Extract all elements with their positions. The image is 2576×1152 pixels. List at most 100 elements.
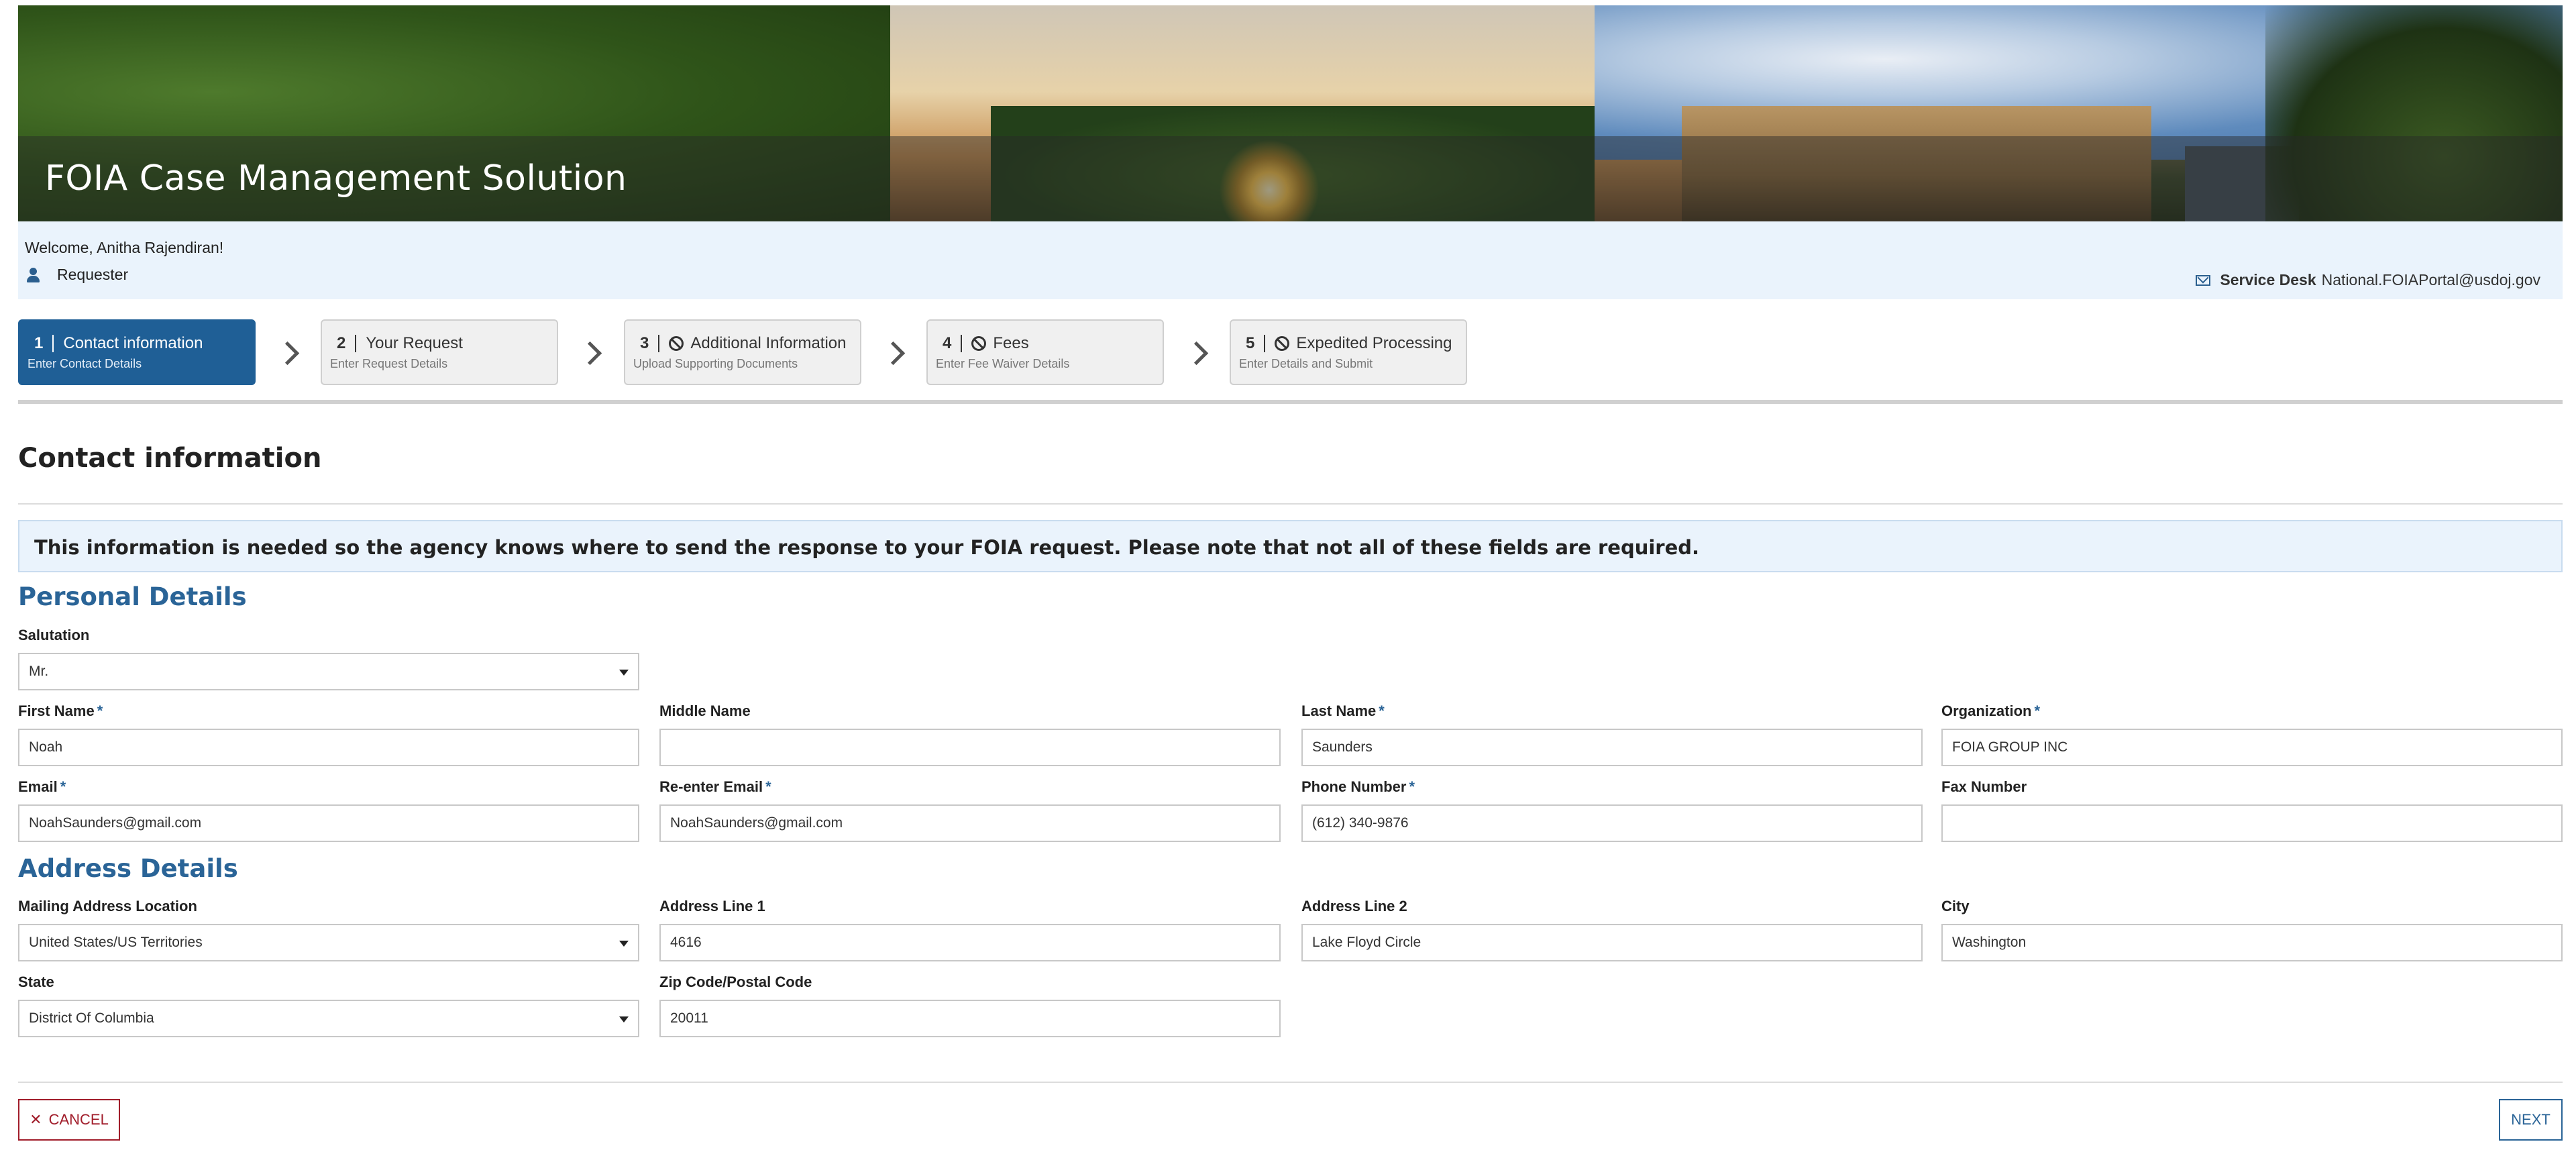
required-marker: * — [1379, 702, 1385, 719]
header-banner: FOIA Case Management Solution — [18, 5, 2563, 221]
user-role: Requester — [25, 266, 128, 284]
mailing-address-location-select[interactable]: United States/US Territories — [18, 924, 639, 961]
phone-number-field[interactable]: (612) 340-9876 — [1301, 804, 1923, 842]
divider — [18, 1082, 2563, 1083]
city-value: Washington — [1952, 935, 2027, 950]
chevron-right-icon — [883, 339, 904, 366]
address-line-2-value: Lake Floyd Circle — [1312, 935, 1421, 950]
step-number: 4 — [943, 335, 963, 352]
step-contact-information[interactable]: 1 Contact information Enter Contact Deta… — [18, 319, 256, 385]
address-line-1-value: 4616 — [670, 935, 702, 950]
first-name-label: First Name * — [18, 702, 103, 720]
page-title: Contact information — [18, 443, 322, 474]
last-name-value: Saunders — [1312, 739, 1373, 755]
step-number: 5 — [1246, 335, 1266, 352]
personal-details-heading: Personal Details — [18, 582, 247, 611]
organization-value: FOIA GROUP INC — [1952, 739, 2068, 755]
middle-name-field[interactable] — [659, 729, 1281, 766]
middle-name-label: Middle Name — [659, 702, 751, 719]
service-desk-email[interactable]: National.FOIAPortal@usdoj.gov — [2322, 271, 2540, 289]
fax-number-field[interactable] — [1941, 804, 2563, 842]
info-notice: This information is needed so the agency… — [18, 520, 2563, 572]
cancel-button-label: CANCEL — [48, 1111, 109, 1128]
required-marker: * — [1409, 778, 1415, 795]
step-title: Contact information — [63, 334, 203, 352]
organization-label-text: Organization — [1941, 702, 2032, 719]
blocked-icon — [1275, 336, 1290, 351]
address-line-1-label: Address Line 1 — [659, 898, 765, 914]
next-button[interactable]: NEXT — [2499, 1099, 2563, 1141]
divider — [18, 503, 2563, 505]
step-number: 1 — [34, 335, 54, 352]
close-icon: ✕ — [30, 1111, 42, 1128]
app-title: FOIA Case Management Solution — [45, 158, 627, 199]
fax-number-label: Fax Number — [1941, 778, 2027, 795]
chevron-right-icon — [278, 339, 298, 366]
step-title: Additional Information — [690, 334, 847, 352]
step-title: Your Request — [366, 334, 463, 352]
required-marker: * — [2034, 702, 2041, 719]
mailing-address-location-value: United States/US Territories — [29, 935, 203, 950]
salutation-label: Salutation — [18, 627, 90, 643]
cancel-button[interactable]: ✕ CANCEL — [18, 1099, 120, 1141]
address-line-1-field[interactable]: 4616 — [659, 924, 1281, 961]
salutation-value: Mr. — [29, 664, 49, 679]
step-expedited-processing[interactable]: 5 Expedited Processing Enter Details and… — [1230, 319, 1467, 385]
zip-code-field[interactable]: 20011 — [659, 1000, 1281, 1037]
phone-number-label-text: Phone Number — [1301, 778, 1407, 795]
state-value: District Of Columbia — [29, 1010, 154, 1026]
step-title: Fees — [993, 334, 1029, 352]
email-field[interactable]: NoahSaunders@gmail.com — [18, 804, 639, 842]
step-subtitle: Enter Fee Waiver Details — [936, 357, 1070, 370]
required-marker: * — [97, 702, 103, 719]
address-details-heading: Address Details — [18, 854, 238, 883]
service-desk[interactable]: Service Desk National.FOIAPortal@usdoj.g… — [2196, 271, 2540, 289]
state-select[interactable]: District Of Columbia — [18, 1000, 639, 1037]
city-label: City — [1941, 898, 1970, 914]
zip-code-value: 20011 — [670, 1010, 708, 1026]
chevron-right-icon — [580, 339, 600, 366]
last-name-field[interactable]: Saunders — [1301, 729, 1923, 766]
reenter-email-field[interactable]: NoahSaunders@gmail.com — [659, 804, 1281, 842]
welcome-greeting: Welcome, Anitha Rajendiran! — [25, 239, 224, 256]
envelope-icon — [2196, 274, 2211, 286]
step-title: Expedited Processing — [1296, 334, 1452, 352]
step-additional-information[interactable]: 3 Additional Information Upload Supporti… — [624, 319, 861, 385]
city-field[interactable]: Washington — [1941, 924, 2563, 961]
phone-number-value: (612) 340-9876 — [1312, 815, 1409, 831]
salutation-select[interactable]: Mr. — [18, 653, 639, 690]
email-value: NoahSaunders@gmail.com — [29, 815, 202, 831]
state-label: State — [18, 974, 54, 990]
step-number: 3 — [640, 335, 660, 352]
required-marker: * — [765, 778, 771, 795]
reenter-email-label-text: Re-enter Email — [659, 778, 763, 795]
user-icon — [25, 266, 42, 284]
phone-number-label: Phone Number * — [1301, 778, 1415, 796]
address-line-2-label: Address Line 2 — [1301, 898, 1407, 914]
next-button-label: NEXT — [2511, 1111, 2551, 1128]
first-name-value: Noah — [29, 739, 63, 755]
step-subtitle: Enter Request Details — [330, 357, 448, 370]
first-name-field[interactable]: Noah — [18, 729, 639, 766]
reenter-email-value: NoahSaunders@gmail.com — [670, 815, 843, 831]
user-role-label: Requester — [57, 266, 129, 283]
zip-code-label: Zip Code/Postal Code — [659, 974, 812, 990]
address-line-2-field[interactable]: Lake Floyd Circle — [1301, 924, 1923, 961]
welcome-bar: Welcome, Anitha Rajendiran! Requester Se… — [18, 221, 2563, 299]
required-marker: * — [60, 778, 66, 795]
step-fees[interactable]: 4 Fees Enter Fee Waiver Details — [926, 319, 1164, 385]
service-desk-label: Service Desk — [2220, 271, 2316, 289]
blocked-icon — [971, 336, 987, 351]
first-name-label-text: First Name — [18, 702, 95, 719]
step-subtitle: Enter Details and Submit — [1239, 357, 1373, 370]
step-subtitle: Upload Supporting Documents — [633, 357, 798, 370]
mailing-address-location-label: Mailing Address Location — [18, 898, 197, 914]
organization-field[interactable]: FOIA GROUP INC — [1941, 729, 2563, 766]
chevron-right-icon — [1187, 339, 1207, 366]
divider — [18, 400, 2563, 404]
email-label-text: Email — [18, 778, 58, 795]
last-name-label: Last Name * — [1301, 702, 1385, 720]
step-subtitle: Enter Contact Details — [28, 357, 142, 370]
step-your-request[interactable]: 2 Your Request Enter Request Details — [321, 319, 558, 385]
step-number: 2 — [337, 335, 357, 352]
